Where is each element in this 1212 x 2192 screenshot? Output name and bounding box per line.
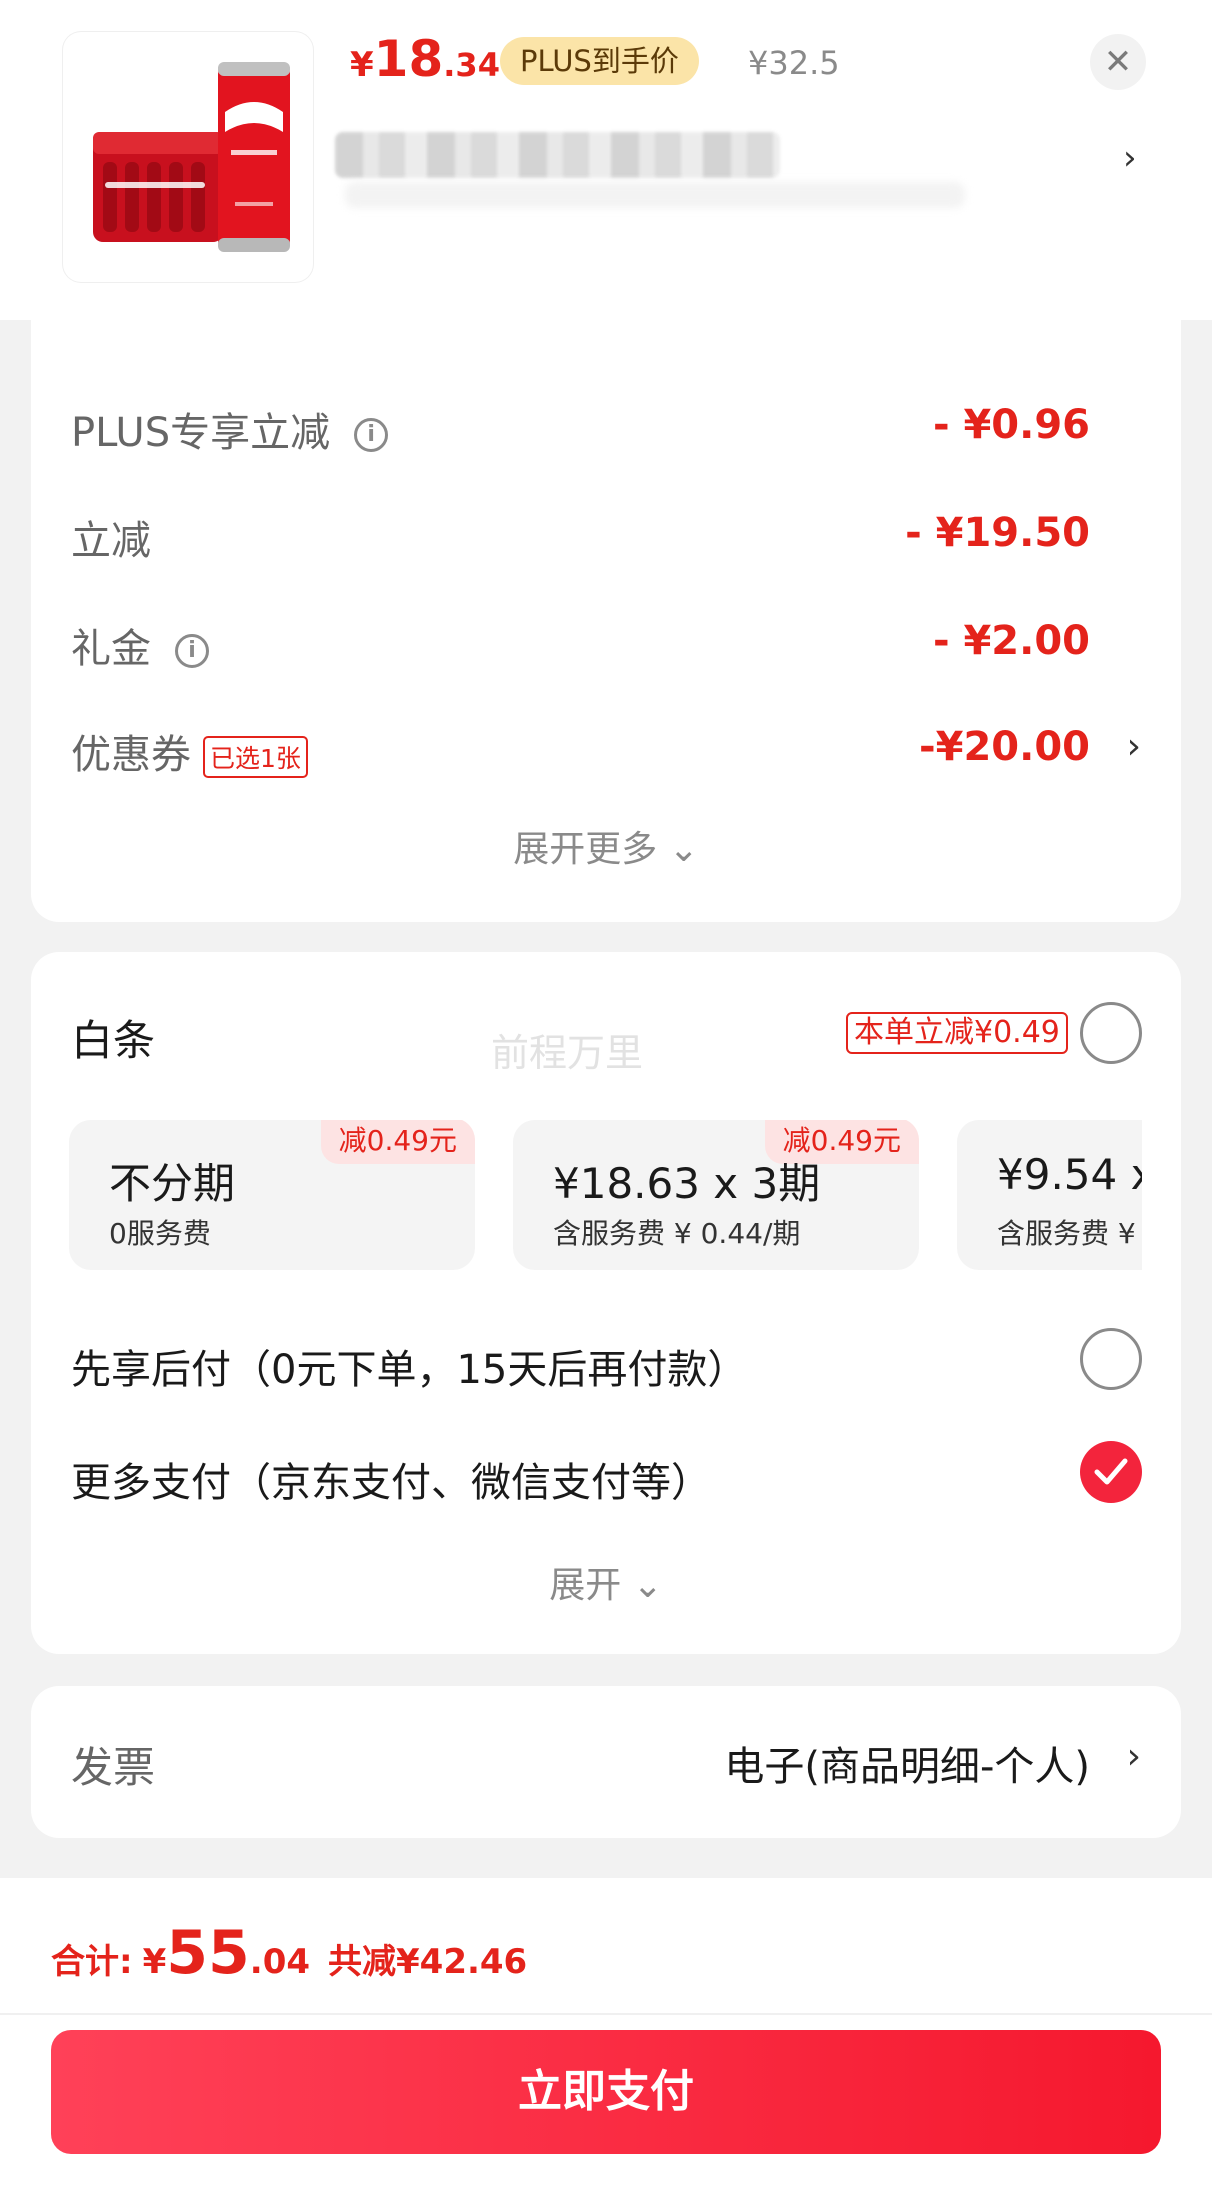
discount-label: 礼金: [71, 626, 151, 672]
installment-main: ¥18.63 x 3期: [553, 1159, 821, 1208]
chevron-right-icon[interactable]: ›: [1127, 1736, 1141, 1777]
installment-sub: 含服务费 ¥: [997, 1217, 1136, 1250]
installment-main: 不分期: [109, 1159, 236, 1208]
current-price: ¥ 18 .34: [350, 30, 518, 90]
discount-row-gift: 礼金 i - ¥2.00: [31, 606, 1181, 676]
price-integer: 18: [373, 30, 444, 88]
plus-price-badge: PLUS到手价: [500, 37, 699, 85]
installment-options: 减0.49元 不分期 0服务费 减0.49元 ¥18.63 x 3期 含服务费 …: [69, 1120, 1142, 1270]
divider: [0, 2013, 1212, 2015]
total-saved: 共减¥42.46: [328, 1942, 528, 1982]
discount-card: PLUS专享立减 i - ¥0.96 立减 - ¥19.50 礼金 i - ¥2.0…: [31, 230, 1181, 922]
price-decimal: .34: [443, 46, 500, 84]
checkout-bar: 合计: ¥ 55 .04 共减¥42.46 立即支付: [0, 1878, 1212, 2192]
installment-sub: 含服务费 ¥ 0.44/期: [553, 1217, 801, 1250]
original-price: ¥32.5: [748, 44, 840, 82]
installment-sub: 0服务费: [109, 1217, 211, 1250]
installment-option-none[interactable]: 减0.49元 不分期 0服务费: [69, 1120, 475, 1270]
baitiao-title: 白条: [71, 1016, 156, 1065]
discount-value: - ¥2.00: [932, 618, 1090, 664]
check-icon: [1094, 1458, 1128, 1485]
pay-later-radio[interactable]: [1080, 1328, 1142, 1390]
expand-payment-button[interactable]: 展开 ⌄: [31, 1556, 1181, 1608]
invoice-label: 发票: [71, 1743, 156, 1792]
order-total: 合计: ¥ 55 .04 共减¥42.46: [51, 1918, 527, 1988]
discount-value: - ¥0.96: [932, 402, 1090, 448]
checkout-page: ¥ 18 .34 PLUS到手价 ¥32.5 ✕ › PLUS专享立减 i - ¥…: [0, 0, 1212, 2192]
product-image[interactable]: [63, 32, 313, 282]
baitiao-discount-tag: 本单立减¥0.49: [846, 1012, 1068, 1054]
discount-label: 立减: [71, 518, 151, 564]
discount-value: - ¥19.50: [905, 510, 1090, 556]
discount-row-plus: PLUS专享立减 i - ¥0.96: [31, 390, 1181, 460]
more-payment-option[interactable]: 更多支付（京东支付、微信支付等）: [71, 1450, 711, 1508]
discount-label: PLUS专享立减: [71, 410, 331, 456]
discount-row-coupon[interactable]: 优惠券 已选1张 -¥20.00 ›: [31, 712, 1181, 782]
watermark: 前程万里: [491, 1031, 644, 1075]
price-currency: ¥: [350, 45, 374, 85]
more-payment-radio[interactable]: [1080, 1441, 1142, 1503]
invoice-card[interactable]: 发票 电子(商品明细-个人) ›: [31, 1686, 1181, 1838]
installment-discount-badge: 减0.49元: [320, 1120, 475, 1164]
coupon-selected-tag: 已选1张: [203, 736, 308, 778]
close-button[interactable]: ✕: [1090, 34, 1146, 90]
invoice-value: 电子(商品明细-个人): [724, 1744, 1090, 1790]
discount-row-instant: 立减 - ¥19.50: [31, 498, 1181, 568]
chevron-right-icon[interactable]: ›: [1123, 138, 1137, 178]
chevron-right-icon[interactable]: ›: [1127, 726, 1141, 767]
discount-value: -¥20.00: [919, 724, 1090, 770]
discount-label: 优惠券: [71, 732, 191, 778]
pay-now-button[interactable]: 立即支付: [51, 2030, 1161, 2154]
installment-option-3[interactable]: 减0.49元 ¥18.63 x 3期 含服务费 ¥ 0.44/期: [513, 1120, 919, 1270]
baitiao-radio[interactable]: [1080, 1002, 1142, 1064]
payment-card: 白条 前程万里 本单立减¥0.49 减0.49元 不分期 0服务费 减0.49元…: [31, 952, 1181, 1654]
total-label: 合计:: [51, 1942, 133, 1982]
pay-later-option[interactable]: 先享后付（0元下单，15天后再付款）: [71, 1337, 747, 1395]
info-icon[interactable]: i: [175, 634, 209, 668]
info-icon[interactable]: i: [354, 418, 389, 452]
product-header: ¥ 18 .34 PLUS到手价 ¥32.5 ✕ ›: [0, 0, 1212, 320]
close-icon: ✕: [1103, 42, 1133, 82]
total-currency: ¥: [142, 1942, 167, 1982]
total-decimal: .04: [249, 1942, 311, 1982]
installment-option-6[interactable]: ¥9.54 x 含服务费 ¥: [957, 1120, 1142, 1270]
expand-more-button[interactable]: 展开更多 ⌄: [31, 820, 1181, 872]
product-spec-blurred: [345, 182, 965, 208]
total-integer: 55: [166, 1918, 250, 1988]
product-name-blurred[interactable]: [335, 132, 780, 178]
installment-main: ¥9.54 x: [997, 1150, 1142, 1199]
